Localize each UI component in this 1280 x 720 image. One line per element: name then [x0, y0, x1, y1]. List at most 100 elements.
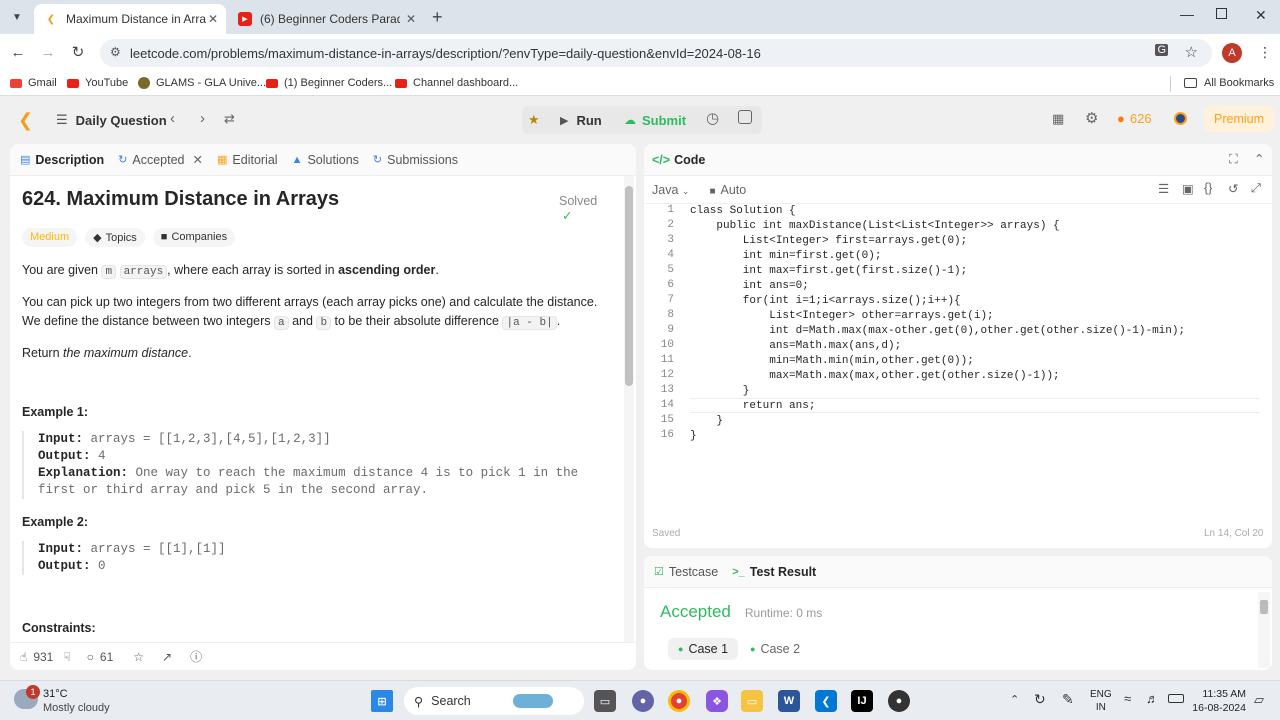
scrollbar[interactable] — [624, 176, 634, 642]
leetcode-favicon-icon: ❮ — [46, 13, 56, 25]
collapse-icon[interactable]: ⌃ — [1254, 151, 1264, 166]
value: 0 — [98, 559, 106, 573]
bookmark-youtube[interactable]: YouTube — [67, 77, 128, 89]
share-icon[interactable]: ↗ — [162, 650, 172, 664]
layout-icon[interactable]: ▦ — [1052, 111, 1064, 127]
premium-button[interactable]: Premium — [1204, 106, 1275, 132]
vscode-icon[interactable]: ❮ — [815, 690, 837, 712]
like-button[interactable]: ☝ 931 — [20, 650, 53, 664]
reset-icon[interactable]: ↺ — [1228, 181, 1238, 196]
close-tab-icon[interactable]: ✕ — [193, 152, 203, 167]
companies-button[interactable]: ■ Companies — [152, 228, 236, 247]
profile-avatar[interactable]: A — [1222, 43, 1242, 63]
scrollbar-thumb[interactable] — [625, 186, 633, 386]
comments-button[interactable]: ○ 61 — [87, 650, 114, 664]
bookmark-beginner-coders[interactable]: (1) Beginner Coders... — [266, 77, 392, 89]
new-tab-button[interactable]: + — [432, 7, 443, 28]
close-window-button[interactable]: ✕ — [1255, 7, 1267, 24]
pen-icon[interactable]: ✎ — [1062, 691, 1074, 708]
windows-start-icon[interactable]: ⊞ — [371, 690, 393, 712]
battery-icon[interactable] — [1168, 694, 1184, 703]
show-hidden-icons[interactable]: ⌃ — [1010, 693, 1019, 706]
expand-icon[interactable]: ⤢ — [1251, 181, 1261, 196]
favorite-star-icon[interactable]: ☆ — [133, 650, 144, 664]
scrollbar[interactable] — [1258, 592, 1270, 668]
notes-icon[interactable] — [738, 110, 752, 124]
wifi-icon[interactable]: ≈ — [1124, 691, 1131, 706]
all-bookmarks-button[interactable]: All Bookmarks — [1184, 77, 1274, 89]
submit-button[interactable]: ☁ Submit — [624, 106, 686, 134]
result-panel: ☑ Testcase >_ Test Result Accepted Runti… — [644, 556, 1272, 670]
taskbar-search[interactable]: ⚲ Search — [404, 687, 584, 715]
leetcode-logo-icon[interactable]: ❮ — [18, 110, 33, 131]
bookmark-gmail[interactable]: Gmail — [10, 77, 57, 89]
timer-icon[interactable]: ◷ — [706, 109, 719, 127]
language-indicator[interactable]: ENG IN — [1090, 688, 1112, 714]
code-editor[interactable]: 1 class Solution {2 public int maxDistanc… — [644, 204, 1272, 524]
reload-button[interactable]: ↻ — [68, 43, 88, 63]
tab-submissions[interactable]: ↻ Submissions — [373, 153, 458, 167]
auto-mode-toggle[interactable]: ■ Auto — [709, 183, 746, 197]
tab-title: Maximum Distance in Arrays - — [66, 12, 206, 26]
weather-widget[interactable]: 1 31°C Mostly cloudy — [14, 685, 134, 717]
fullscreen-icon[interactable]: ⛶ — [1229, 152, 1238, 167]
topics-button[interactable]: ◆ Topics — [85, 228, 145, 247]
language-select[interactable]: Java ⌄ — [652, 183, 689, 197]
case-label: Case 1 — [688, 642, 729, 656]
settings-gear-icon[interactable]: ⚙ — [1085, 109, 1098, 127]
run-button[interactable]: ▶ Run — [560, 106, 602, 134]
case-1-button[interactable]: ● Case 1 — [668, 638, 739, 660]
next-question-button[interactable]: › — [200, 110, 205, 127]
word-icon[interactable]: W — [778, 690, 800, 712]
site-info-icon[interactable]: ⚙ — [110, 45, 121, 59]
tab-list-button[interactable]: ▼ — [8, 9, 26, 27]
dislike-button[interactable]: ☟ — [63, 650, 70, 664]
braces-icon[interactable]: {} — [1204, 181, 1212, 195]
close-tab-icon[interactable]: ✕ — [406, 12, 416, 26]
debug-icon[interactable]: ★ — [528, 112, 540, 128]
checkbox-icon: ☑ — [654, 566, 664, 578]
chrome-icon[interactable]: ● — [668, 690, 690, 712]
minimize-window-button[interactable]: — — [1180, 6, 1194, 22]
file-explorer-icon[interactable]: ▭ — [741, 690, 763, 712]
prev-question-button[interactable]: ‹ — [170, 110, 175, 127]
format-icon[interactable]: ☰ — [1158, 181, 1169, 196]
notifications-icon[interactable]: ▱ — [1254, 692, 1264, 708]
task-view-icon[interactable]: ▭ — [594, 690, 616, 712]
copilot-icon[interactable]: ❖ — [706, 690, 728, 712]
sync-icon[interactable]: ↻ — [1034, 691, 1046, 708]
back-button[interactable]: ← — [8, 43, 28, 63]
random-question-icon[interactable]: ⇄ — [224, 111, 235, 127]
problem-list-button[interactable]: ☰ Daily Question — [56, 112, 167, 128]
bookmark-icon[interactable]: ▣ — [1182, 181, 1194, 196]
teams-icon[interactable]: ● — [632, 690, 654, 712]
browser-tab-leetcode[interactable]: ❮ Maximum Distance in Arrays - ✕ — [34, 4, 226, 34]
bookmark-channel-dashboard[interactable]: Channel dashboard... — [395, 77, 518, 89]
tab-testcase[interactable]: ☑ Testcase — [654, 565, 718, 579]
forward-button[interactable]: → — [38, 43, 58, 63]
tab-test-result[interactable]: >_ Test Result — [732, 565, 816, 579]
region-code: IN — [1095, 702, 1106, 713]
maximize-window-button[interactable] — [1216, 8, 1227, 19]
user-avatar[interactable] — [1174, 112, 1187, 125]
bookmark-star-icon[interactable]: ☆ — [1185, 43, 1198, 61]
browser-tab-youtube[interactable]: ▶ (6) Beginner Coders Paradise - ✕ — [228, 4, 424, 34]
scrollbar-thumb[interactable] — [1260, 600, 1268, 614]
tab-accepted[interactable]: ↻ Accepted ✕ — [118, 152, 203, 168]
clock[interactable]: 11:35 AM 16-08-2024 — [1190, 687, 1246, 715]
streak-counter[interactable]: ● 626 — [1117, 111, 1152, 126]
close-tab-icon[interactable]: ✕ — [208, 12, 218, 26]
browser-menu-icon[interactable]: ⋮ — [1258, 44, 1272, 61]
translate-icon[interactable]: G — [1155, 44, 1168, 56]
volume-icon[interactable]: ♬ — [1146, 691, 1159, 706]
bookmark-glams[interactable]: GLAMS - GLA Unive... — [138, 77, 266, 89]
obs-icon[interactable]: ● — [888, 690, 910, 712]
help-icon[interactable]: ⓘ — [190, 648, 202, 665]
tab-description[interactable]: ▤ Description — [20, 153, 104, 167]
tab-editorial[interactable]: ▦ Editorial — [217, 153, 278, 167]
case-2-button[interactable]: ● Case 2 — [740, 638, 810, 660]
intellij-icon[interactable]: IJ — [851, 690, 873, 712]
url-input[interactable]: ⚙ leetcode.com/problems/maximum-distance… — [100, 39, 1212, 67]
tab-solutions[interactable]: ▲ Solutions — [292, 153, 359, 167]
line-number: 7 — [667, 294, 674, 306]
